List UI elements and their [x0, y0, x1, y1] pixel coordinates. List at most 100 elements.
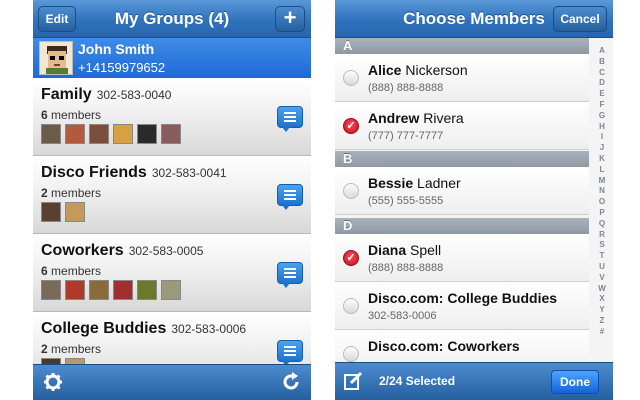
contact-phone: 302-583-0006	[368, 310, 437, 322]
index-letter[interactable]: V	[595, 273, 609, 284]
index-letter[interactable]: C	[595, 68, 609, 79]
index-letter[interactable]: L	[595, 165, 609, 176]
done-button[interactable]: Done	[551, 370, 599, 394]
current-user-row[interactable]: John Smith +14159979652	[33, 38, 311, 78]
section-header-d: D	[335, 218, 589, 234]
compose-icon[interactable]	[343, 371, 363, 396]
member-thumbnail	[137, 280, 157, 300]
index-letter[interactable]: #	[595, 327, 609, 338]
navigation-bar: Edit My Groups (4) +	[33, 0, 311, 38]
member-thumbnail	[65, 124, 85, 144]
message-group-icon[interactable]	[277, 340, 303, 366]
checked-radio-icon[interactable]: ✓	[343, 118, 359, 134]
contact-phone: (777) 777-7777	[368, 130, 444, 142]
screenshot-stage: Edit My Groups (4) + John Smith +1415997…	[0, 0, 640, 400]
group-name: College Buddies 302-583-0006	[41, 320, 247, 337]
index-letter[interactable]: O	[595, 197, 609, 208]
index-letter[interactable]: D	[595, 78, 609, 89]
group-row-coworkers[interactable]: Coworkers 302-583-0005 6 members	[33, 234, 311, 312]
index-letter[interactable]: K	[595, 154, 609, 165]
member-thumbnail	[65, 202, 85, 222]
index-letter[interactable]: Y	[595, 305, 609, 316]
member-thumbnail	[89, 280, 109, 300]
index-letter[interactable]: R	[595, 230, 609, 241]
my-groups-screen: Edit My Groups (4) + John Smith +1415997…	[33, 0, 311, 400]
contact-name: Bessie Ladner	[368, 175, 461, 191]
index-letter[interactable]: X	[595, 294, 609, 305]
message-group-icon[interactable]	[277, 184, 303, 210]
group-member-count: 6 members	[41, 108, 102, 122]
contact-row[interactable]: ✓ Andrew Rivera (777) 777-7777	[335, 102, 589, 150]
cancel-button[interactable]: Cancel	[553, 6, 607, 32]
group-row-disco-friends[interactable]: Disco Friends 302-583-0041 2 members	[33, 156, 311, 234]
index-letter[interactable]: B	[595, 57, 609, 68]
index-letter[interactable]: E	[595, 89, 609, 100]
group-member-count: 6 members	[41, 264, 102, 278]
alphabet-index[interactable]: A B C D E F G H I J K L M N O P Q R S T U V W X Y Z #	[595, 46, 609, 338]
index-letter[interactable]: J	[595, 143, 609, 154]
index-letter[interactable]: H	[595, 122, 609, 133]
group-phone: 302-583-0006	[171, 322, 247, 336]
message-group-icon[interactable]	[277, 262, 303, 288]
contact-phone: (888) 888-8888	[368, 262, 444, 274]
navigation-bar: Choose Members Cancel	[335, 0, 613, 38]
contact-name: Alice Nickerson	[368, 62, 468, 78]
index-letter[interactable]: I	[595, 132, 609, 143]
group-member-count: 2 members	[41, 186, 102, 200]
index-letter[interactable]: Q	[595, 219, 609, 230]
user-name: John Smith	[78, 41, 155, 57]
message-group-icon[interactable]	[277, 106, 303, 132]
add-group-button[interactable]: +	[275, 6, 305, 32]
select-radio[interactable]	[343, 346, 359, 362]
index-letter[interactable]: N	[595, 186, 609, 197]
contact-row[interactable]: Bessie Ladner (555) 555-5555	[335, 167, 589, 215]
group-phone: 302-583-0005	[128, 244, 204, 258]
contact-row[interactable]: Disco.com: College Buddies 302-583-0006	[335, 282, 589, 330]
contact-phone: (888) 888-8888	[368, 82, 444, 94]
member-thumbnails	[41, 280, 185, 300]
contact-phone: (555) 555-5555	[368, 195, 444, 207]
index-letter[interactable]: F	[595, 100, 609, 111]
group-member-count: 2 members	[41, 342, 102, 356]
group-name: Disco Friends 302-583-0041	[41, 164, 227, 181]
index-letter[interactable]: G	[595, 111, 609, 122]
avatar-image	[40, 42, 72, 74]
member-thumbnail	[161, 280, 181, 300]
index-letter[interactable]: T	[595, 251, 609, 262]
select-radio[interactable]	[343, 70, 359, 86]
select-radio[interactable]	[343, 183, 359, 199]
contact-row[interactable]: Alice Nickerson (888) 888-8888	[335, 54, 589, 102]
index-letter[interactable]: S	[595, 240, 609, 251]
contact-name: Disco.com: Coworkers	[368, 338, 520, 354]
refresh-icon[interactable]	[281, 372, 301, 397]
member-thumbnails	[41, 202, 89, 222]
index-letter[interactable]: A	[595, 46, 609, 57]
gear-icon[interactable]	[43, 372, 63, 397]
contact-row[interactable]: ✓ Diana Spell (888) 888-8888	[335, 234, 589, 282]
index-letter[interactable]: Z	[595, 316, 609, 327]
member-thumbnail	[41, 202, 61, 222]
member-thumbnail	[65, 280, 85, 300]
contact-name: Diana Spell	[368, 242, 442, 258]
bottom-toolbar: 2/24 Selected Done	[335, 362, 613, 400]
index-letter[interactable]: W	[595, 284, 609, 295]
group-phone: 302-583-0041	[151, 166, 227, 180]
group-name: Coworkers 302-583-0005	[41, 242, 204, 259]
member-thumbnail	[41, 124, 61, 144]
selection-count: 2/24 Selected	[379, 374, 456, 388]
index-letter[interactable]: M	[595, 176, 609, 187]
index-letter[interactable]: U	[595, 262, 609, 273]
member-thumbnail	[137, 124, 157, 144]
user-phone: +14159979652	[78, 60, 166, 75]
group-row-family[interactable]: Family 302-583-0040 6 members	[33, 78, 311, 156]
index-letter[interactable]: P	[595, 208, 609, 219]
page-title: My Groups (4)	[114, 9, 230, 28]
group-name: Family 302-583-0040	[41, 86, 172, 103]
member-thumbnail	[41, 280, 61, 300]
select-radio[interactable]	[343, 298, 359, 314]
checked-radio-icon[interactable]: ✓	[343, 250, 359, 266]
choose-members-screen: Choose Members Cancel A Alice Nickerson …	[335, 0, 613, 400]
member-thumbnail	[113, 124, 133, 144]
group-phone: 302-583-0040	[96, 88, 172, 102]
member-thumbnail	[113, 280, 133, 300]
